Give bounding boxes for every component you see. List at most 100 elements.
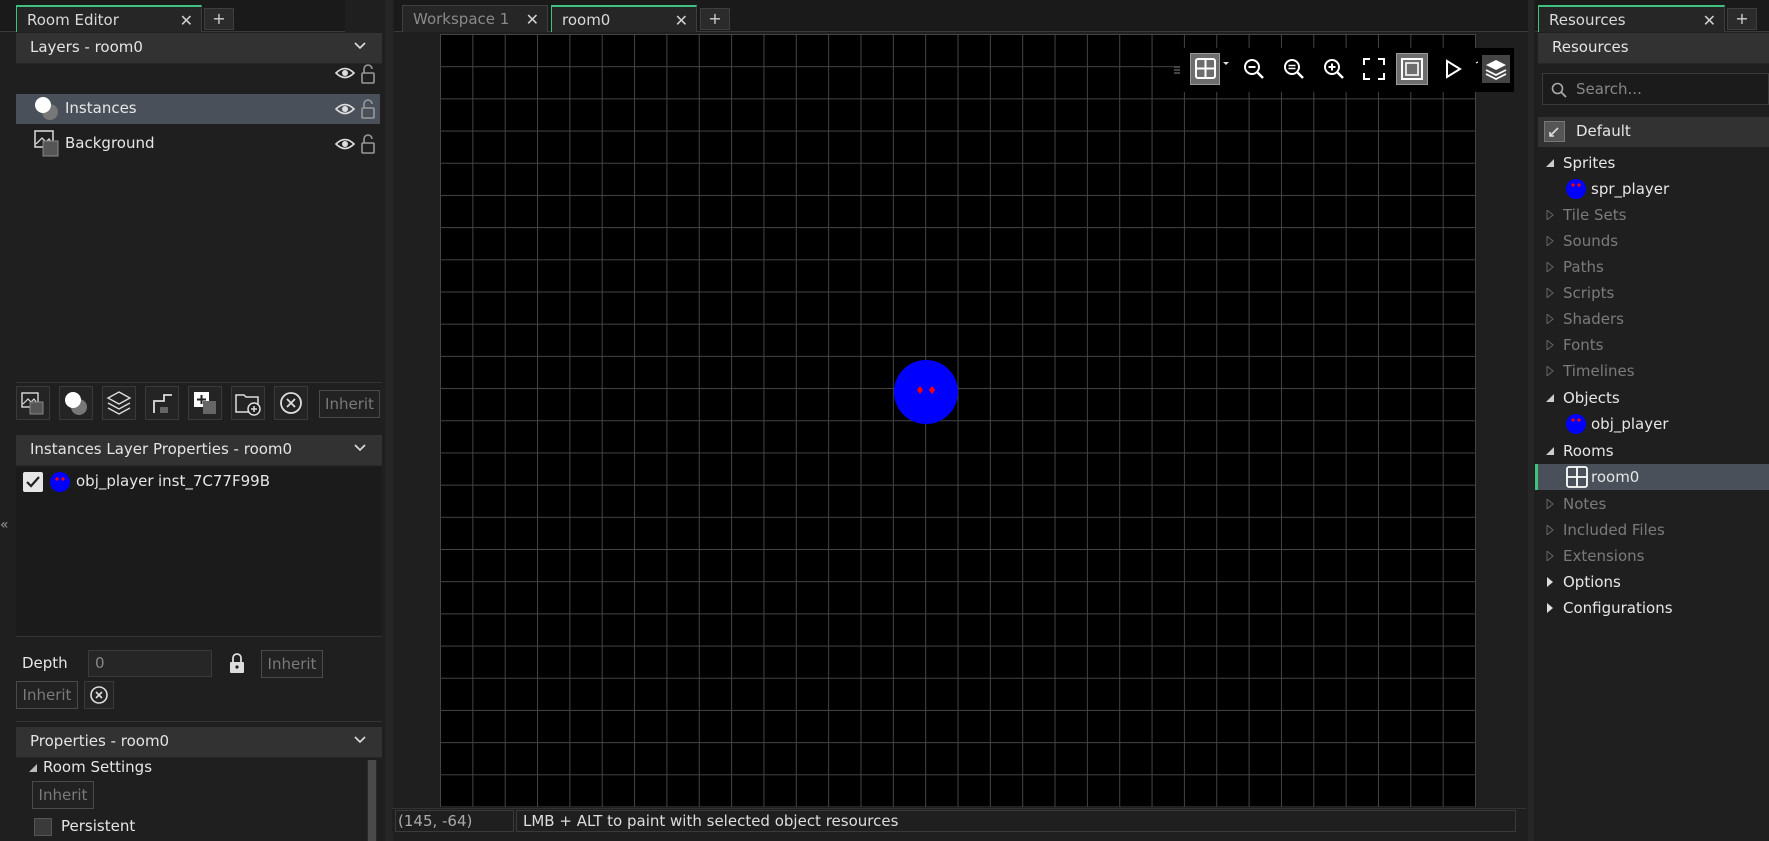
- room-canvas[interactable]: [440, 34, 1476, 807]
- tab-workspace-1[interactable]: Workspace 1 ✕: [402, 5, 548, 32]
- close-icon[interactable]: ✕: [180, 11, 193, 30]
- lock-icon[interactable]: [228, 652, 246, 674]
- collapsed-triangle-icon[interactable]: [1545, 340, 1555, 350]
- layer-item-background[interactable]: Background: [16, 129, 380, 159]
- remove-override-button[interactable]: [84, 681, 114, 709]
- add-asset-layer-button[interactable]: [188, 386, 222, 420]
- right-tabbar: Resources ✕ +: [1535, 0, 1769, 32]
- collapsed-triangle-icon[interactable]: [1545, 525, 1555, 535]
- lock-open-icon[interactable]: [360, 64, 376, 84]
- collapsed-triangle-icon[interactable]: [1545, 551, 1555, 561]
- lock-open-icon[interactable]: [360, 99, 376, 119]
- room-settings-label[interactable]: Room Settings: [43, 758, 152, 776]
- instance-id[interactable]: inst_7C77F99B: [158, 472, 270, 490]
- tree-tile-sets[interactable]: Tile Sets: [1535, 202, 1769, 228]
- tab-room0[interactable]: room0 ✕: [551, 5, 697, 32]
- tree-extensions[interactable]: Extensions: [1535, 543, 1769, 569]
- tree-fonts[interactable]: Fonts: [1535, 332, 1769, 358]
- eye-icon[interactable]: [335, 137, 355, 151]
- collapsed-triangle-icon[interactable]: [1545, 366, 1555, 376]
- frame-icon[interactable]: [1396, 53, 1428, 85]
- tree-paths[interactable]: Paths: [1535, 254, 1769, 280]
- play-icon[interactable]: [1436, 53, 1468, 85]
- instances-properties-header[interactable]: Instances Layer Properties - room0: [16, 435, 382, 466]
- chevron-down-icon[interactable]: [352, 439, 368, 455]
- add-tab-button[interactable]: +: [204, 8, 234, 30]
- tree-item-obj-player[interactable]: obj_player: [1535, 411, 1769, 437]
- collapsed-triangle-icon[interactable]: [1545, 577, 1555, 587]
- filter-row[interactable]: Default: [1538, 117, 1769, 147]
- tree-shaders[interactable]: Shaders: [1535, 306, 1769, 332]
- grid-toggle-icon[interactable]: [1190, 53, 1220, 85]
- inherit-layer-button[interactable]: Inherit: [16, 681, 78, 709]
- layers-toggle-button[interactable]: [1478, 48, 1514, 92]
- depth-input[interactable]: 0: [88, 650, 212, 677]
- add-tab-button[interactable]: +: [1727, 8, 1757, 30]
- room-properties-header[interactable]: Properties - room0: [16, 727, 382, 758]
- fit-icon[interactable]: [1358, 53, 1390, 85]
- collapsed-triangle-icon[interactable]: [1545, 314, 1555, 324]
- tree-objects[interactable]: Objects: [1535, 385, 1769, 411]
- collapsed-triangle-icon[interactable]: [1545, 499, 1555, 509]
- close-icon[interactable]: ✕: [1703, 11, 1716, 30]
- zoom-reset-icon[interactable]: [1278, 53, 1310, 85]
- collapsed-triangle-icon[interactable]: [1545, 210, 1555, 220]
- delete-layer-button[interactable]: [274, 386, 308, 420]
- tree-item-room0[interactable]: room0: [1535, 464, 1769, 490]
- layer-item-instances[interactable]: Instances: [16, 94, 380, 124]
- collapse-left-icon[interactable]: «: [0, 517, 9, 533]
- add-tile-layer-button[interactable]: [102, 386, 136, 420]
- inherit-layers-button[interactable]: Inherit: [319, 390, 380, 418]
- inherit-depth-button[interactable]: Inherit: [261, 650, 323, 678]
- tree-label: Sounds: [1563, 232, 1619, 250]
- tree-label: Tile Sets: [1563, 206, 1627, 224]
- tree-options[interactable]: Options: [1535, 569, 1769, 595]
- lock-open-icon[interactable]: [360, 134, 376, 154]
- room-inherit-button[interactable]: Inherit: [32, 781, 94, 809]
- instance-object-name[interactable]: obj_player: [76, 472, 154, 490]
- layers-header[interactable]: Layers - room0: [16, 33, 382, 64]
- splitter[interactable]: [1528, 0, 1534, 841]
- zoom-out-icon[interactable]: [1238, 53, 1270, 85]
- eye-icon[interactable]: [335, 66, 355, 80]
- chevron-down-icon[interactable]: [352, 731, 368, 747]
- tree-rooms[interactable]: Rooms: [1535, 438, 1769, 464]
- tree-item-spr-player[interactable]: spr_player: [1535, 176, 1769, 202]
- drag-handle-icon[interactable]: [1174, 66, 1180, 76]
- expanded-triangle-icon[interactable]: [1545, 393, 1555, 403]
- tree-sprites[interactable]: Sprites: [1535, 150, 1769, 176]
- add-background-layer-button[interactable]: [16, 386, 50, 420]
- obj-player-instance[interactable]: [894, 359, 958, 425]
- tree-included-files[interactable]: Included Files: [1535, 517, 1769, 543]
- search-input[interactable]: Search...: [1542, 73, 1769, 105]
- chevron-down-icon[interactable]: [352, 37, 368, 53]
- tab-room-editor[interactable]: Room Editor ✕: [16, 5, 202, 32]
- collapsed-triangle-icon[interactable]: [1545, 603, 1555, 613]
- expanded-triangle-icon[interactable]: [1545, 446, 1555, 456]
- splitter[interactable]: [385, 0, 393, 841]
- properties-scrollbar[interactable]: [367, 760, 377, 841]
- tree-notes[interactable]: Notes: [1535, 491, 1769, 517]
- grid-options-dropdown-icon[interactable]: [1221, 58, 1231, 68]
- collapsed-triangle-icon[interactable]: [1545, 236, 1555, 246]
- add-path-layer-button[interactable]: [145, 386, 179, 420]
- tree-timelines[interactable]: Timelines: [1535, 358, 1769, 384]
- tab-resources[interactable]: Resources ✕: [1538, 5, 1725, 32]
- tree-sounds[interactable]: Sounds: [1535, 228, 1769, 254]
- instance-checkbox[interactable]: [23, 472, 43, 492]
- filter-icon[interactable]: [1544, 121, 1565, 142]
- collapsed-triangle-icon[interactable]: [1545, 288, 1555, 298]
- persistent-checkbox[interactable]: [34, 818, 52, 836]
- close-icon[interactable]: ✕: [526, 10, 539, 29]
- tree-scripts[interactable]: Scripts: [1535, 280, 1769, 306]
- tree-configurations[interactable]: Configurations: [1535, 595, 1769, 621]
- collapse-triangle-icon[interactable]: [28, 763, 38, 773]
- expanded-triangle-icon[interactable]: [1545, 158, 1555, 168]
- add-folder-button[interactable]: [231, 386, 265, 420]
- zoom-in-icon[interactable]: [1318, 53, 1350, 85]
- collapsed-triangle-icon[interactable]: [1545, 262, 1555, 272]
- add-tab-button[interactable]: +: [700, 8, 730, 30]
- close-icon[interactable]: ✕: [675, 11, 688, 30]
- eye-icon[interactable]: [335, 102, 355, 116]
- add-instances-layer-button[interactable]: [59, 386, 93, 420]
